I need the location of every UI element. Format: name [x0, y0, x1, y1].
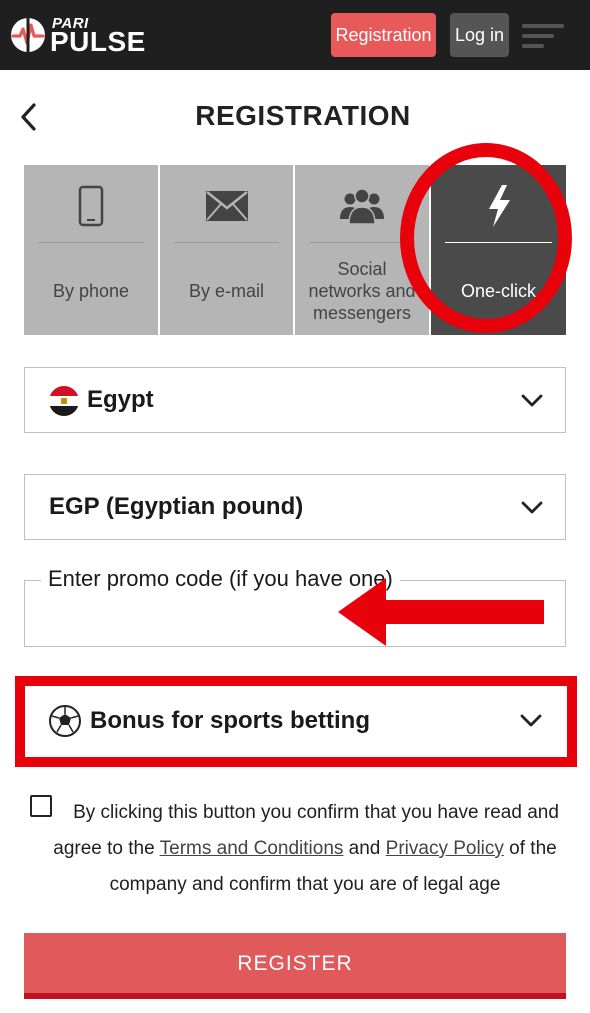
tab-social-networks[interactable]: Social networks and messengers: [295, 165, 429, 335]
egypt-flag-icon: [49, 386, 79, 416]
tab-one-click[interactable]: One-click: [431, 165, 566, 335]
currency-select[interactable]: EGP (Egyptian pound): [24, 474, 566, 540]
tab-label: One-click: [460, 281, 536, 301]
register-button[interactable]: REGISTER: [24, 933, 566, 999]
logo-pulse-text: PULSE: [50, 26, 146, 57]
phone-icon: [78, 185, 104, 227]
page-title: REGISTRATION: [195, 100, 411, 131]
chevron-down-icon: [520, 714, 542, 727]
users-icon: [340, 188, 384, 225]
bonus-value: Bonus for sports betting: [90, 707, 370, 734]
soccer-ball-icon: [49, 705, 81, 737]
registration-method-tabs: By phone By e-mail Social networks and m…: [24, 165, 566, 335]
chevron-down-icon: [521, 501, 543, 514]
envelope-icon: [205, 191, 248, 221]
tab-label: By phone: [52, 281, 130, 301]
privacy-policy-link[interactable]: Privacy Policy: [386, 838, 504, 859]
country-select[interactable]: Egypt: [24, 367, 566, 433]
bonus-select[interactable]: Bonus for sports betting: [28, 688, 564, 754]
country-value: Egypt: [87, 386, 154, 413]
currency-value: EGP (Egyptian pound): [49, 493, 304, 520]
hamburger-menu-icon[interactable]: [522, 24, 564, 48]
header-registration-button[interactable]: Registration: [331, 13, 436, 57]
tab-by-email[interactable]: By e-mail: [160, 165, 293, 335]
logo-mark-icon: [11, 18, 45, 52]
promo-code-label: Enter promo code (if you have one): [41, 565, 400, 593]
agreement-text: By clicking this button you confirm that…: [53, 802, 559, 895]
tab-by-phone[interactable]: By phone: [24, 165, 158, 335]
top-header: PARI PULSE Registration Log in: [0, 0, 590, 70]
tab-label: Social networks and messengers: [308, 259, 416, 323]
header-login-button[interactable]: Log in: [450, 13, 509, 57]
pari-pulse-logo[interactable]: PARI PULSE: [10, 14, 160, 56]
terms-link[interactable]: Terms and Conditions: [160, 838, 344, 859]
tab-label: By e-mail: [188, 281, 264, 301]
chevron-down-icon: [521, 394, 543, 407]
lightning-icon: [488, 185, 510, 227]
